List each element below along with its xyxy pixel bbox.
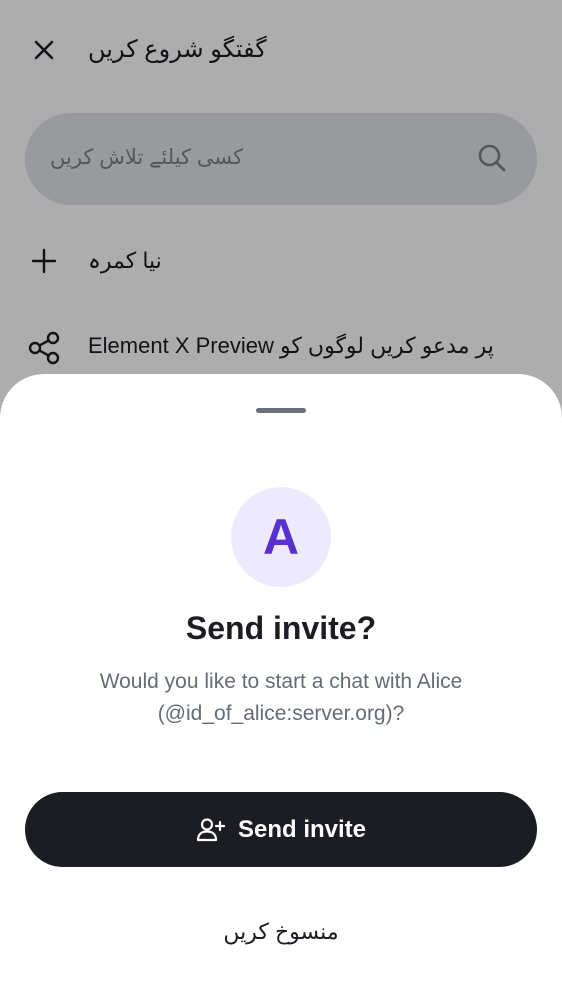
- send-invite-label: Send invite: [237, 815, 367, 843]
- send-invite-button[interactable]: Send invite: [25, 792, 537, 867]
- sheet-title: Send invite?: [185, 610, 377, 646]
- avatar: A: [231, 487, 331, 587]
- avatar-initial: A: [262, 509, 300, 565]
- cancel-button[interactable]: منسوخ کریں: [150, 909, 412, 955]
- sheet-message-line1: Would you like to start a chat with Alic…: [99, 670, 463, 693]
- cancel-label: منسوخ کریں: [223, 919, 339, 944]
- sheet-message: Would you like to start a chat with Alic…: [60, 666, 502, 730]
- add-user-icon: [196, 817, 226, 841]
- sheet-message-line2: (@id_of_alice:server.org)?: [157, 702, 405, 725]
- drag-handle[interactable]: [256, 408, 306, 413]
- bottom-sheet: A Send invite? Would you like to start a…: [0, 374, 562, 1000]
